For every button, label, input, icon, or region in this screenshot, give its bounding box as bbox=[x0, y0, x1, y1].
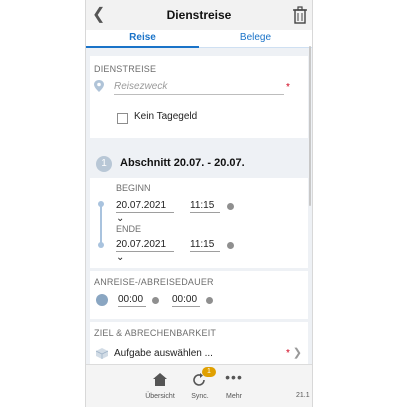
clock-icon bbox=[206, 297, 213, 304]
timeline-start-dot bbox=[98, 201, 104, 207]
more-dots-icon: ••• bbox=[225, 369, 243, 385]
cube-icon bbox=[96, 348, 108, 359]
begin-time-field[interactable]: 11:15 bbox=[190, 199, 220, 213]
timeline-end-dot bbox=[98, 242, 104, 248]
end-date-value: 20.07.2021 bbox=[116, 239, 167, 250]
clock-icon bbox=[227, 203, 234, 210]
page-title: Dienstreise bbox=[166, 8, 232, 22]
task-select[interactable]: Aufgabe auswählen ... bbox=[114, 348, 213, 359]
tab-bar: Reise Belege bbox=[86, 30, 312, 48]
location-pin-icon bbox=[94, 80, 104, 92]
clock-icon bbox=[152, 297, 159, 304]
end-time-field[interactable]: 11:15 bbox=[190, 238, 220, 252]
section-label-target: ZIEL & ABRECHENBARKEIT bbox=[94, 328, 217, 338]
purpose-input[interactable]: Reisezweck bbox=[114, 80, 284, 95]
departure-duration-field[interactable]: 00:00 bbox=[172, 293, 200, 307]
bottom-nav: Übersicht 1 Sync. ••• Mehr bbox=[86, 364, 312, 407]
home-icon bbox=[153, 373, 167, 386]
tab-belege[interactable]: Belege bbox=[199, 30, 312, 48]
begin-label: BEGINN bbox=[116, 183, 151, 193]
end-date-field[interactable]: 20.07.2021 ⌄ bbox=[116, 238, 174, 263]
version-label: 21.1 bbox=[296, 392, 310, 399]
nav-more[interactable]: ••• Mehr bbox=[210, 365, 258, 407]
section-label-dienstreise: DIENSTREISE bbox=[94, 64, 157, 74]
arrival-duration-field[interactable]: 00:00 bbox=[118, 293, 146, 307]
trash-icon[interactable] bbox=[292, 6, 308, 24]
chevron-down-icon: ⌄ bbox=[116, 252, 125, 263]
required-mark: * bbox=[286, 348, 290, 359]
clock-icon bbox=[227, 242, 234, 249]
timeline-line bbox=[100, 205, 102, 245]
app-screen: ❮ Dienstreise Reise Belege DIENSTREISE R… bbox=[85, 0, 313, 407]
stopwatch-icon bbox=[96, 294, 108, 306]
chevron-right-icon[interactable]: ❯ bbox=[293, 346, 302, 359]
section-title: Abschnitt 20.07. - 20.07. bbox=[120, 157, 245, 169]
tab-reise[interactable]: Reise bbox=[86, 30, 199, 48]
section-number-badge: 1 bbox=[96, 156, 112, 172]
end-label: ENDE bbox=[116, 224, 142, 234]
no-allowance-label: Kein Tagegeld bbox=[134, 111, 198, 122]
begin-date-field[interactable]: 20.07.2021 ⌄ bbox=[116, 199, 174, 224]
chevron-down-icon: ⌄ bbox=[116, 213, 125, 224]
section-label-duration: ANREISE-/ABREISEDAUER bbox=[94, 277, 214, 287]
top-bar: ❮ Dienstreise bbox=[86, 0, 312, 31]
no-allowance-checkbox[interactable] bbox=[117, 113, 128, 124]
required-mark: * bbox=[286, 82, 290, 93]
nav-more-label: Mehr bbox=[226, 393, 242, 400]
begin-date-value: 20.07.2021 bbox=[116, 200, 167, 211]
scrollbar[interactable] bbox=[309, 46, 311, 206]
